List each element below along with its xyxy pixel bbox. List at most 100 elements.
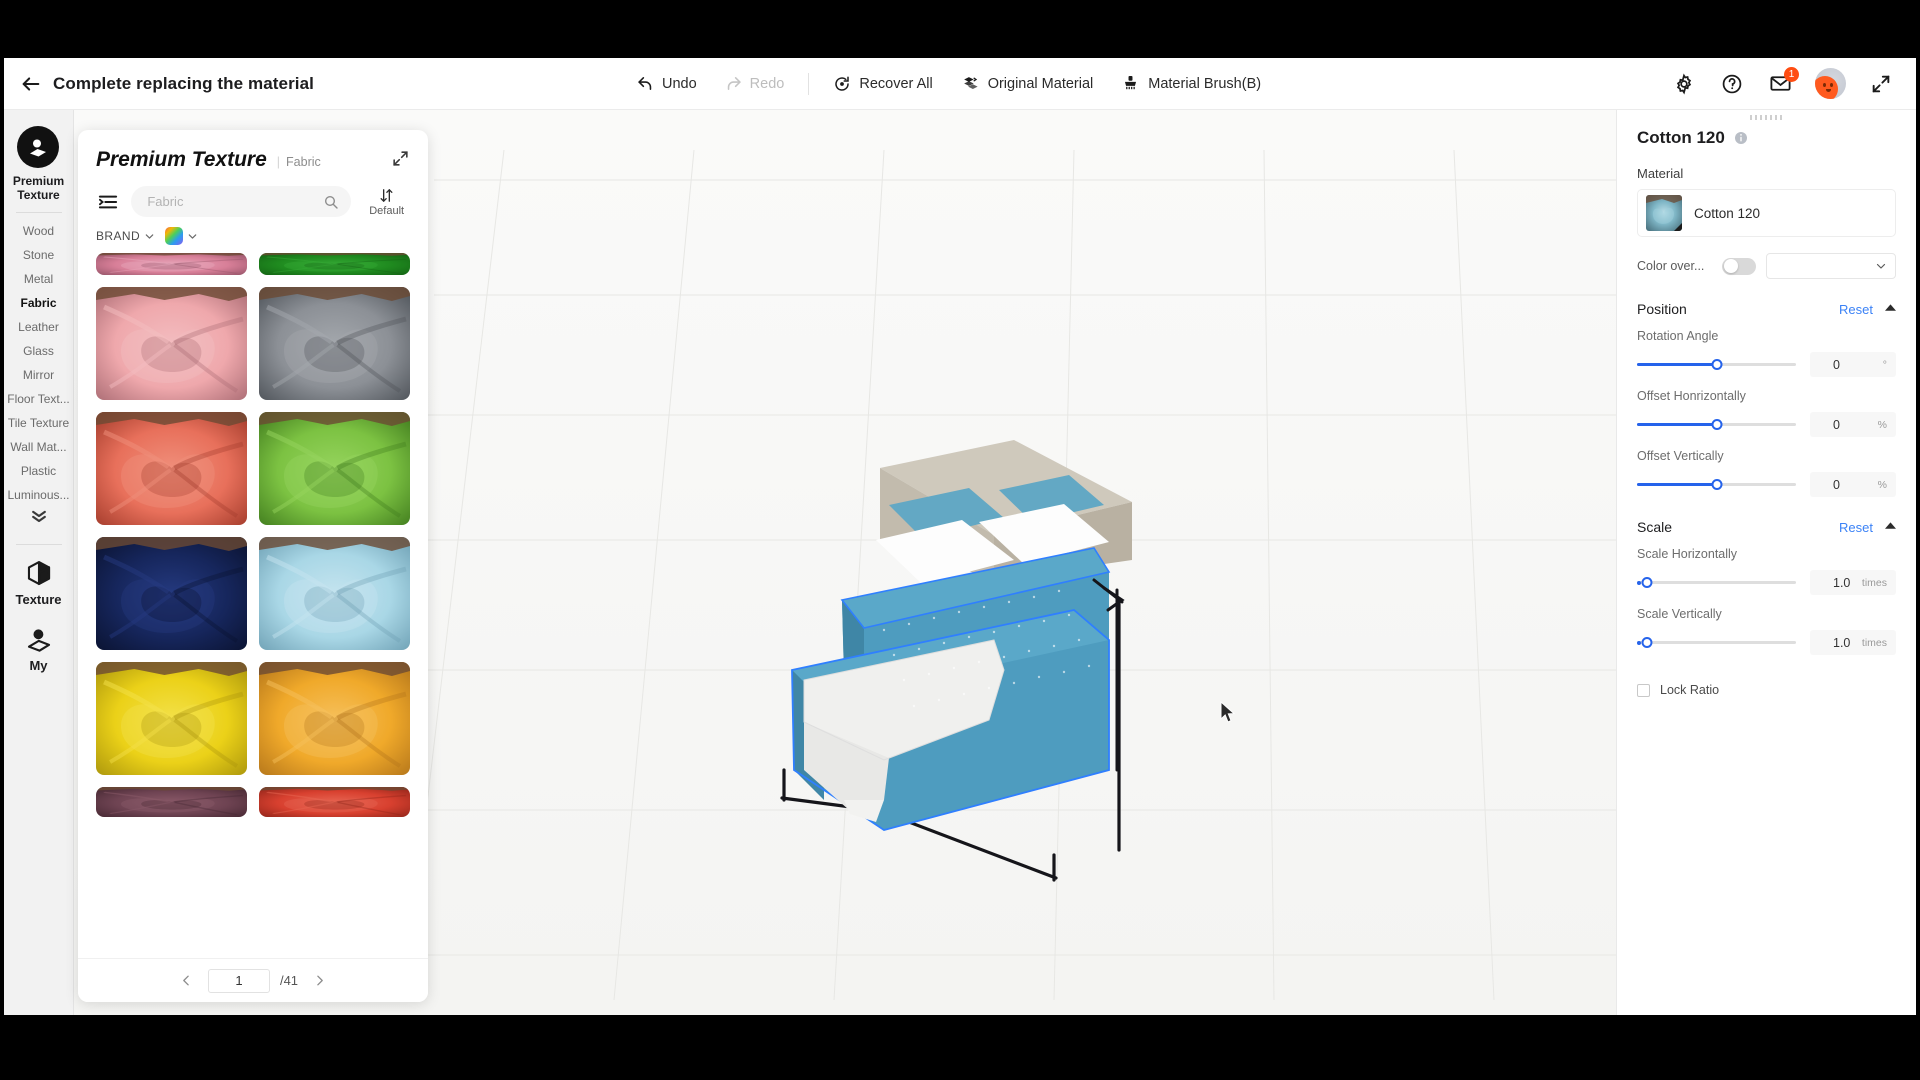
browser-header: Premium Texture | Fabric	[78, 130, 428, 172]
rail-cat-leather[interactable]: Leather	[4, 315, 74, 339]
offset-horizontal-input[interactable]: 0 %	[1810, 412, 1896, 437]
page-number-input[interactable]	[207, 968, 270, 993]
scale-horizontal-field: Scale Horizontally 1.0 times	[1617, 535, 1916, 595]
avatar[interactable]	[1815, 68, 1846, 99]
letterbox-top	[0, 0, 1920, 58]
rail-cat-glass[interactable]: Glass	[4, 339, 74, 363]
color-filter-dropdown[interactable]	[165, 227, 198, 245]
scale-horizontal-row: 1.0 times	[1637, 570, 1896, 595]
recover-all-button[interactable]: Recover All	[820, 70, 945, 98]
search-input[interactable]	[147, 194, 324, 209]
rail-item-my-label: My	[29, 658, 48, 673]
expand-diagonal-icon[interactable]	[388, 146, 412, 170]
redo-button[interactable]: Redo	[712, 70, 798, 97]
rail-item-texture[interactable]: Texture	[16, 559, 62, 607]
texture-swatch[interactable]	[96, 537, 247, 650]
material-card[interactable]: Cotton 120	[1637, 189, 1896, 237]
texture-swatch[interactable]	[259, 662, 410, 775]
scale-horizontal-slider[interactable]	[1637, 576, 1796, 590]
slider-thumb[interactable]	[1641, 637, 1653, 648]
offset-horizontal-unit: %	[1877, 418, 1887, 431]
rail-category-list: Wood Stone Metal Fabric Leather Glass Mi…	[4, 219, 74, 528]
chevron-double-down-icon[interactable]	[29, 507, 49, 528]
rail-brand[interactable]: Premium Texture	[13, 110, 64, 202]
slider-track	[1637, 581, 1796, 584]
swatch-image	[96, 412, 247, 525]
offset-horizontal-slider[interactable]	[1637, 418, 1796, 432]
position-collapse-caret-up-icon[interactable]	[1885, 303, 1896, 315]
rail-cat-luminous[interactable]: Luminous...	[4, 483, 74, 507]
scale-vertical-input[interactable]: 1.0 times	[1810, 630, 1896, 655]
gear-icon[interactable]	[1671, 71, 1697, 97]
rail-cat-wood[interactable]: Wood	[4, 219, 74, 243]
texture-swatch[interactable]	[96, 787, 247, 817]
slider-thumb[interactable]	[1711, 359, 1722, 370]
original-material-button[interactable]: Original Material	[948, 69, 1107, 98]
app-header: Complete replacing the material Undo Red…	[4, 58, 1916, 110]
material-brush-button[interactable]: Material Brush(B)	[1108, 69, 1274, 98]
scale-vertical-slider[interactable]	[1637, 636, 1796, 650]
scale-reset-button[interactable]: Reset	[1839, 520, 1873, 535]
position-reset-button[interactable]: Reset	[1839, 302, 1873, 317]
scale-horizontal-input[interactable]: 1.0 times	[1810, 570, 1896, 595]
offset-vertical-input[interactable]: 0 %	[1810, 472, 1896, 497]
rail-cat-mirror[interactable]: Mirror	[4, 363, 74, 387]
texture-swatch[interactable]	[96, 412, 247, 525]
rail-cat-fabric[interactable]: Fabric	[4, 291, 74, 315]
texture-swatch[interactable]	[96, 287, 247, 400]
chevron-right-icon[interactable]	[308, 970, 330, 992]
search-icon[interactable]	[323, 194, 339, 210]
panel-drag-handle[interactable]	[1617, 110, 1916, 124]
premium-texture-icon[interactable]	[17, 126, 60, 168]
offset-vertical-slider[interactable]	[1637, 478, 1796, 492]
help-icon[interactable]	[1719, 71, 1745, 97]
rotation-angle-input[interactable]: 0 °	[1810, 352, 1896, 377]
color-override-toggle[interactable]	[1722, 257, 1756, 275]
rotation-angle-field: Rotation Angle 0 °	[1617, 317, 1916, 377]
rail-cat-plastic[interactable]: Plastic	[4, 459, 74, 483]
subtitle-separator: |	[276, 155, 281, 169]
rotation-angle-slider[interactable]	[1637, 358, 1796, 372]
texture-swatch[interactable]	[96, 662, 247, 775]
texture-swatch[interactable]	[259, 253, 410, 275]
scale-collapse-caret-up-icon[interactable]	[1885, 521, 1896, 533]
search-box[interactable]	[131, 186, 352, 217]
rail-brand-line2: Texture	[17, 188, 60, 202]
rail-item-texture-label: Texture	[15, 592, 62, 607]
color-override-select[interactable]	[1766, 253, 1896, 279]
texture-grid-scroll[interactable]	[78, 253, 428, 958]
fullscreen-icon[interactable]	[1868, 71, 1894, 97]
rail-cat-stone[interactable]: Stone	[4, 243, 74, 267]
sort-control[interactable]: Default	[363, 187, 410, 217]
info-icon[interactable]	[1733, 130, 1749, 146]
lock-ratio-checkbox[interactable]	[1637, 683, 1650, 697]
rail-cat-floor-texture[interactable]: Floor Text...	[4, 387, 74, 411]
scale-section-header: Scale Reset	[1617, 497, 1916, 535]
rail-cat-metal[interactable]: Metal	[4, 267, 74, 291]
brand-filter-dropdown[interactable]: BRAND	[96, 229, 155, 243]
swatch-image	[259, 412, 410, 525]
rail-cat-wall-material[interactable]: Wall Mat...	[4, 435, 74, 459]
rail-item-my[interactable]: My	[25, 625, 53, 673]
slider-thumb[interactable]	[1711, 479, 1722, 490]
mail-icon[interactable]: 1	[1767, 66, 1799, 97]
offset-horizontal-label: Offset Honrizontally	[1637, 389, 1746, 403]
slider-thumb[interactable]	[1711, 419, 1722, 430]
scale-vertical-value: 1.0	[1833, 635, 1851, 650]
page-total-label: /41	[279, 973, 299, 988]
chevron-left-icon[interactable]	[176, 970, 198, 992]
texture-swatch[interactable]	[259, 537, 410, 650]
filter-list-icon[interactable]	[96, 191, 119, 213]
undo-button[interactable]: Undo	[624, 70, 710, 97]
rail-cat-tile-texture[interactable]: Tile Texture	[4, 411, 74, 435]
texture-swatch[interactable]	[96, 253, 247, 275]
slider-thumb[interactable]	[1641, 577, 1653, 588]
scale-horizontal-unit: times	[1861, 576, 1887, 589]
texture-swatch[interactable]	[259, 787, 410, 817]
swatch-image	[96, 662, 247, 775]
texture-swatch[interactable]	[259, 287, 410, 400]
swatch-image	[259, 537, 410, 650]
chevron-down-icon	[1876, 263, 1886, 269]
texture-swatch[interactable]	[259, 412, 410, 525]
arrow-left-icon[interactable]	[18, 71, 44, 97]
